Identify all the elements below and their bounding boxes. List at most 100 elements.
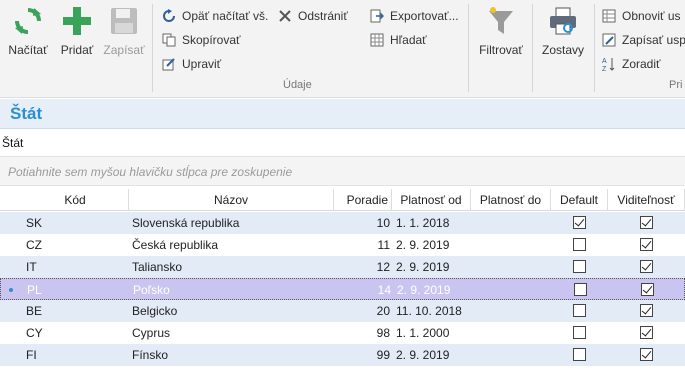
export-icon	[368, 7, 386, 25]
reload-all-button[interactable]: Opäť načítať vš.	[160, 6, 268, 26]
table-row[interactable]: FI Fínsko 99 2. 9. 2019	[0, 344, 685, 366]
column-header-code[interactable]: Kód	[22, 189, 129, 211]
reload-icon	[160, 7, 178, 25]
cell-name[interactable]: Fínsko	[132, 344, 332, 366]
default-checkbox[interactable]	[573, 348, 586, 361]
page-title-bar: Štát	[0, 99, 685, 129]
cell-valid-from[interactable]: 2. 9. 2019	[396, 256, 470, 278]
table-row[interactable]: IT Taliansko 12 2. 9. 2019	[0, 256, 685, 278]
sort-az-icon: AZ	[600, 55, 618, 73]
visibility-checkbox[interactable]	[640, 348, 653, 361]
column-header-default[interactable]: Default	[551, 189, 608, 211]
cell-valid-to[interactable]	[474, 322, 550, 344]
grid-header: Kód Názov Poradie Platnosť od Platnosť d…	[0, 189, 685, 211]
column-header-valid-from[interactable]: Platnosť od	[392, 189, 471, 211]
table-row[interactable]: BE Belgicko 20 11. 10. 2018	[0, 300, 685, 322]
copy-button[interactable]: Skopírovať	[160, 30, 241, 50]
cell-valid-from[interactable]: 1. 1. 2018	[396, 212, 470, 234]
save-button[interactable]: Zapísať	[102, 4, 146, 64]
load-label: Načítať	[8, 43, 48, 57]
cell-valid-from[interactable]: 2. 9. 2019	[397, 279, 471, 301]
visibility-checkbox[interactable]	[640, 260, 653, 273]
cell-order[interactable]: 98	[334, 322, 390, 344]
table-row[interactable]: SK Slovenská republika 10 1. 1. 2018	[0, 212, 685, 234]
cell-code[interactable]: IT	[26, 256, 126, 278]
edit-button[interactable]: Upraviť	[160, 54, 221, 74]
reload-all-label: Opäť načítať vš.	[182, 9, 269, 23]
column-header-name[interactable]: Názov	[129, 189, 334, 211]
cell-code[interactable]: FI	[26, 344, 126, 366]
cell-order[interactable]: 12	[334, 256, 390, 278]
cell-code[interactable]: BE	[26, 300, 126, 322]
cell-name[interactable]: Belgicko	[132, 300, 332, 322]
visibility-checkbox[interactable]	[641, 283, 654, 296]
refresh-settings-button[interactable]: Obnoviť us	[600, 6, 681, 26]
filter-button[interactable]: Filtrovať	[476, 4, 526, 64]
table-row[interactable]: CY Cyprus 98 1. 1. 2000	[0, 322, 685, 344]
default-checkbox[interactable]	[573, 260, 586, 273]
visibility-checkbox[interactable]	[640, 216, 653, 229]
visibility-checkbox[interactable]	[640, 238, 653, 251]
printer-icon	[546, 4, 580, 38]
table-row[interactable]: PL Poľsko 14 2. 9. 2019	[0, 278, 685, 300]
cell-code[interactable]: PL	[27, 279, 127, 301]
cell-order[interactable]: 11	[334, 234, 390, 256]
cell-code[interactable]: CY	[26, 322, 126, 344]
default-checkbox[interactable]	[573, 238, 586, 251]
column-header-order[interactable]: Poradie	[334, 189, 392, 211]
cell-name[interactable]: Česká republika	[132, 234, 332, 256]
cell-valid-to[interactable]	[474, 344, 550, 366]
cell-order[interactable]: 10	[334, 212, 390, 234]
column-header-visibility[interactable]: Viditeľnosť	[608, 189, 685, 211]
default-checkbox[interactable]	[573, 304, 586, 317]
search-button[interactable]: Hľadať	[368, 30, 427, 50]
visibility-checkbox[interactable]	[640, 326, 653, 339]
write-settings-button[interactable]: Zapísať usp	[600, 30, 685, 50]
cell-valid-to[interactable]	[474, 256, 550, 278]
cell-valid-from[interactable]: 11. 10. 2018	[396, 300, 470, 322]
cell-valid-to[interactable]	[475, 279, 551, 301]
reports-button[interactable]: Zostavy	[538, 4, 588, 64]
default-checkbox[interactable]	[573, 216, 586, 229]
current-row-indicator	[9, 288, 13, 292]
edit-icon	[160, 55, 178, 73]
sort-button[interactable]: AZ Zoradiť	[600, 54, 661, 74]
cell-name[interactable]: Poľsko	[133, 279, 333, 301]
load-button[interactable]: Načítať	[6, 4, 50, 64]
group-by-panel[interactable]: Potiahnite sem myšou hlavičku stĺpca pre…	[0, 156, 685, 186]
default-checkbox[interactable]	[573, 326, 586, 339]
cell-valid-to[interactable]	[474, 212, 550, 234]
visibility-checkbox[interactable]	[640, 304, 653, 317]
cell-valid-to[interactable]	[474, 234, 550, 256]
cell-valid-to[interactable]	[474, 300, 550, 322]
cell-name[interactable]: Taliansko	[132, 256, 332, 278]
cell-name[interactable]: Slovenská republika	[132, 212, 332, 234]
table-row[interactable]: CZ Česká republika 11 2. 9. 2019	[0, 234, 685, 256]
cell-order[interactable]: 20	[334, 300, 390, 322]
svg-text:Z: Z	[602, 66, 607, 72]
cell-code[interactable]: SK	[26, 212, 126, 234]
svg-text:A: A	[602, 58, 607, 65]
cell-order[interactable]: 14	[335, 279, 391, 301]
cell-order[interactable]: 99	[334, 344, 390, 366]
data-group-label: Údaje	[283, 79, 312, 91]
ribbon-separator	[594, 4, 595, 92]
remove-button[interactable]: Odstrániť	[276, 6, 348, 26]
group-by-hint: Potiahnite sem myšou hlavičku stĺpca pre…	[8, 165, 293, 179]
grid-refresh-icon	[600, 7, 618, 25]
cell-valid-from[interactable]: 2. 9. 2019	[396, 234, 470, 256]
export-button[interactable]: Exportovať...	[368, 6, 459, 26]
plus-icon	[60, 4, 94, 38]
filter-label: Filtrovať	[479, 43, 523, 57]
copy-icon	[160, 31, 178, 49]
ribbon-separator	[468, 4, 469, 92]
floppy-disk-icon	[107, 4, 141, 38]
search-grid-icon	[368, 31, 386, 49]
add-button[interactable]: Pridať	[56, 4, 98, 64]
cell-valid-from[interactable]: 2. 9. 2019	[396, 344, 470, 366]
cell-name[interactable]: Cyprus	[132, 322, 332, 344]
column-header-valid-to[interactable]: Platnosť do	[471, 189, 551, 211]
cell-valid-from[interactable]: 1. 1. 2000	[396, 322, 470, 344]
default-checkbox[interactable]	[574, 283, 587, 296]
cell-code[interactable]: CZ	[26, 234, 126, 256]
